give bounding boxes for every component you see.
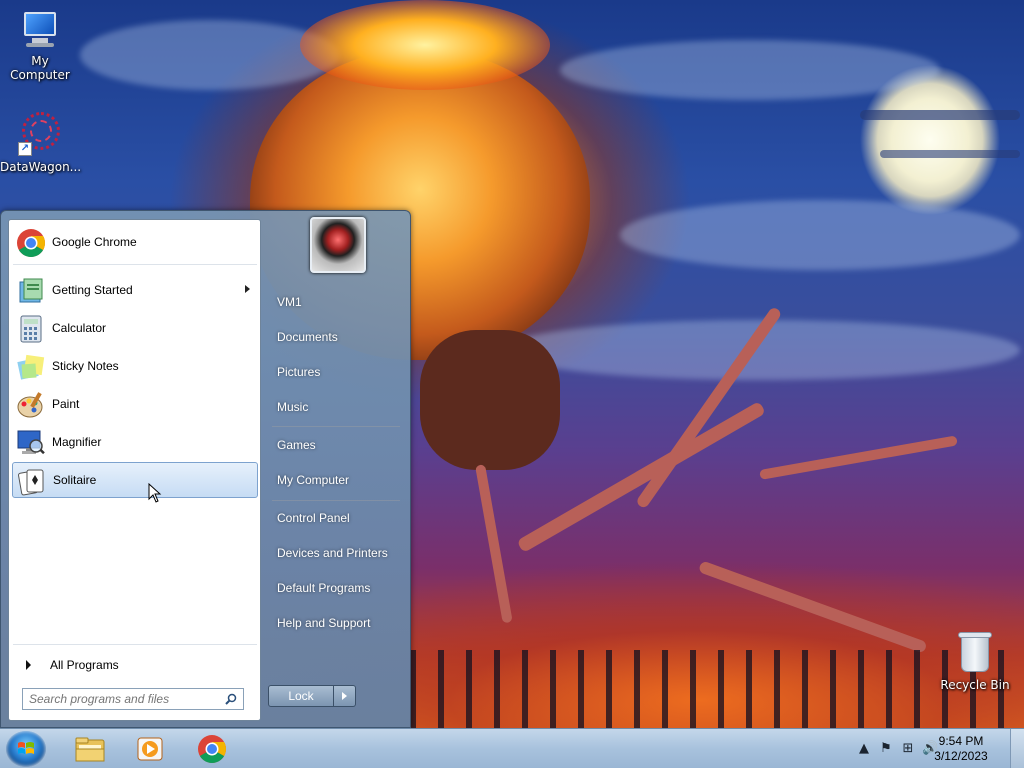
desktop-icon-label: Recycle Bin: [940, 678, 1010, 692]
start-link-user-folder[interactable]: VM1: [268, 288, 404, 316]
taskbar: ▲ ⚑ ⊞ 🔊 9:54 PM 3/12/2023: [0, 728, 1024, 768]
all-programs-button[interactable]: All Programs: [12, 650, 258, 680]
moon-cloud-stripe: [860, 110, 1020, 120]
tree-branch: [697, 560, 928, 654]
desktop-icon-recycle-bin[interactable]: Recycle Bin: [935, 630, 1015, 692]
start-item-solitaire[interactable]: Solitaire: [12, 462, 258, 498]
menu-separator: [13, 264, 257, 265]
expand-arrow-icon: [26, 660, 31, 670]
tree-branch: [475, 464, 513, 624]
menu-separator: [272, 500, 400, 501]
desktop-icon-my-computer[interactable]: My Computer: [0, 10, 80, 82]
mouse-cursor-icon: [148, 483, 162, 503]
show-desktop-button[interactable]: [1010, 729, 1024, 768]
network-icon[interactable]: ⊞: [900, 741, 916, 757]
start-item-label: Solitaire: [53, 473, 97, 487]
submenu-arrow-icon: [245, 285, 250, 293]
tree-branch: [759, 435, 958, 480]
desktop-icon-label: DataWagon...: [0, 160, 82, 174]
pumpkin-flame: [300, 0, 550, 90]
system-tray: ▲ ⚑ ⊞ 🔊 9:54 PM 3/12/2023: [834, 729, 1024, 768]
action-center-flag-icon[interactable]: ⚑: [878, 741, 894, 757]
start-item-google-chrome[interactable]: Google Chrome: [12, 224, 258, 260]
start-menu: Google Chrome Getting Started Calculator: [0, 210, 411, 728]
taskbar-clock[interactable]: 9:54 PM 3/12/2023: [926, 734, 996, 764]
moon-cloud-stripe: [880, 150, 1020, 158]
shutdown-options-button[interactable]: [334, 685, 356, 707]
recycle-bin-icon: [957, 630, 993, 674]
search-input[interactable]: [29, 692, 219, 706]
lock-button[interactable]: Lock: [268, 685, 334, 707]
start-link-help-and-support[interactable]: Help and Support: [268, 609, 404, 637]
user-account-picture[interactable]: [310, 217, 366, 273]
search-icon[interactable]: [225, 693, 237, 705]
chrome-icon: [198, 735, 226, 763]
start-item-calculator[interactable]: Calculator: [12, 310, 258, 346]
menu-separator: [272, 426, 400, 427]
grass-silhouette: [410, 650, 1024, 728]
solitaire-icon: [18, 469, 44, 496]
start-item-label: Calculator: [52, 321, 107, 335]
start-item-magnifier[interactable]: Magnifier: [12, 424, 258, 460]
explorer-folder-icon: [75, 737, 105, 762]
start-link-pictures[interactable]: Pictures: [268, 358, 404, 386]
start-link-devices-and-printers[interactable]: Devices and Printers: [268, 539, 404, 567]
start-item-label: Google Chrome: [52, 235, 137, 249]
taskbar-chrome-button[interactable]: [184, 731, 240, 767]
wallpaper-cloud: [80, 20, 340, 90]
chrome-icon: [17, 229, 45, 257]
getting-started-icon: [19, 278, 43, 303]
start-item-label: Magnifier: [52, 435, 102, 449]
calculator-icon: [20, 315, 42, 343]
start-item-label: Paint: [52, 397, 80, 411]
clock-date: 3/12/2023: [934, 749, 988, 763]
start-menu-places-pane: VM1 Documents Pictures Music Games My Co…: [264, 211, 410, 729]
taskbar-media-player-button[interactable]: [122, 731, 178, 767]
start-item-getting-started[interactable]: Getting Started: [12, 272, 258, 308]
clock-time: 9:54 PM: [938, 734, 984, 748]
wallpaper-cloud: [620, 200, 1020, 270]
start-item-sticky-notes[interactable]: Sticky Notes: [12, 348, 258, 384]
wallpaper-cloud: [560, 40, 940, 100]
start-menu-programs-pane: Google Chrome Getting Started Calculator: [8, 219, 261, 721]
magnifier-icon: [17, 430, 45, 455]
start-item-label: Sticky Notes: [52, 359, 119, 373]
desktop-icon-label: My Computer: [10, 54, 70, 82]
all-programs-label: All Programs: [50, 658, 119, 672]
datawagon-shortcut-icon: ↗: [18, 112, 62, 156]
start-link-default-programs[interactable]: Default Programs: [268, 574, 404, 602]
scarecrow-body: [420, 330, 560, 470]
start-link-games[interactable]: Games: [268, 431, 404, 459]
sticky-notes-icon: [17, 354, 45, 380]
menu-separator: [13, 644, 257, 645]
start-link-control-panel[interactable]: Control Panel: [268, 504, 404, 532]
start-button[interactable]: [6, 731, 46, 767]
show-hidden-icon[interactable]: ▲: [856, 741, 872, 757]
start-link-music[interactable]: Music: [268, 393, 404, 421]
start-item-label: Getting Started: [52, 283, 133, 297]
media-player-icon: [137, 737, 163, 761]
computer-icon: [18, 10, 62, 50]
windows-logo-icon: [18, 742, 34, 754]
start-link-documents[interactable]: Documents: [268, 323, 404, 351]
paint-icon: [17, 392, 43, 418]
taskbar-explorer-button[interactable]: [62, 731, 118, 767]
start-item-paint[interactable]: Paint: [12, 386, 258, 422]
search-programs-box[interactable]: [22, 688, 244, 710]
start-link-my-computer[interactable]: My Computer: [268, 466, 404, 494]
desktop-icon-datawagon[interactable]: ↗ DataWagon...: [0, 112, 82, 174]
